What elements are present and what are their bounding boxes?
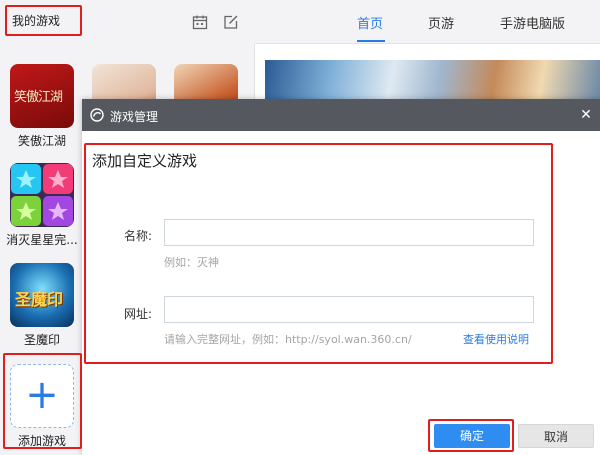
dialog-header: 游戏管理 ✕ xyxy=(82,99,600,131)
game-icon-xiaoao: 笑傲江湖 xyxy=(10,64,74,128)
game-item-xiaoao[interactable]: 笑傲江湖 笑傲江湖 xyxy=(6,64,78,149)
game-name: 笑傲江湖 xyxy=(17,134,66,148)
game-name: 消灭星星完... xyxy=(6,233,78,247)
close-icon[interactable]: ✕ xyxy=(578,107,594,123)
game-manager-dialog: 游戏管理 ✕ 添加自定义游戏 名称: 例如：灭神 网址: 请输入完整网址，例如：… xyxy=(82,99,600,455)
game-item-xingxing[interactable]: 消灭星星完... xyxy=(6,163,78,248)
game-name: 圣魔印 xyxy=(23,333,60,347)
dialog-title: 游戏管理 xyxy=(110,110,159,124)
name-hint: 例如：灭神 xyxy=(164,256,219,269)
edit-icon[interactable] xyxy=(223,14,239,30)
game-url-input[interactable] xyxy=(164,296,534,323)
help-link[interactable]: 查看使用说明 xyxy=(463,331,529,347)
tab-mobile-pc[interactable]: 手游电脑版 xyxy=(500,13,565,32)
tab-home[interactable]: 首页 xyxy=(357,13,383,32)
promo-banner[interactable] xyxy=(265,60,600,100)
game-icon-shengmoyin: 圣魔印 xyxy=(10,263,74,327)
name-label: 名称: xyxy=(123,229,152,243)
sidebar-header: 我的游戏 xyxy=(0,0,255,44)
calendar-icon[interactable] xyxy=(192,14,208,30)
shengmoyin-logo-text: 圣魔印 xyxy=(15,290,64,309)
sidebar-title: 我的游戏 xyxy=(12,14,61,28)
tab-web-games[interactable]: 页游 xyxy=(428,13,454,32)
app-logo-icon xyxy=(90,108,104,122)
url-hint: 请输入完整网址，例如：http://syol.wan.360.cn/ xyxy=(164,333,412,346)
xiaoao-logo-text: 笑傲江湖 xyxy=(14,90,63,105)
game-icon-xingxing xyxy=(10,163,74,227)
add-game-button[interactable]: + 添加游戏 xyxy=(6,364,78,449)
add-game-label: 添加游戏 xyxy=(17,434,66,448)
cancel-button[interactable]: 取消 xyxy=(518,424,594,448)
game-name-input[interactable] xyxy=(164,219,534,246)
active-tab-indicator xyxy=(357,40,385,42)
confirm-button[interactable]: 确定 xyxy=(434,424,510,448)
game-item-shengmoyin[interactable]: 圣魔印 圣魔印 xyxy=(6,263,78,348)
section-title: 添加自定义游戏 xyxy=(92,152,198,170)
top-nav: 首页 页游 手游电脑版 xyxy=(255,0,600,44)
star-tiles-icon xyxy=(11,164,73,226)
url-label: 网址: xyxy=(123,307,152,321)
plus-icon: + xyxy=(25,372,59,418)
add-game-tile: + xyxy=(10,364,74,428)
